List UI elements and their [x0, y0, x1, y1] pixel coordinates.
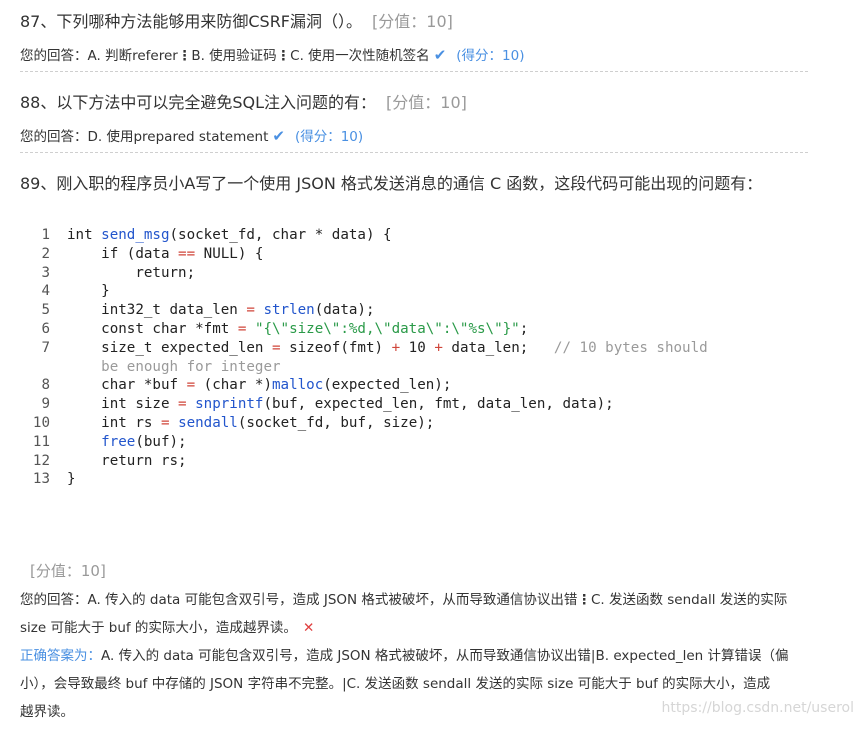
question-title: 87、下列哪种方法能够用来防御CSRF漏洞（）。 [分值：10] [20, 12, 453, 31]
question-89: 89、刚入职的程序员小A写了一个使用 JSON 格式发送消息的通信 C 函数，这… [20, 170, 808, 194]
score-label: [分值：10] [372, 12, 453, 31]
question-title: 88、以下方法中可以完全避免SQL注入问题的有： [分值：10] [20, 93, 467, 112]
your-answer: 您的回答：D. 使用prepared statement ✔ (得分：10) [20, 127, 364, 145]
score-label: [分值：10] [386, 93, 467, 112]
divider [20, 71, 808, 72]
question-88: 88、以下方法中可以完全避免SQL注入问题的有： [分值：10] 您的回答：D. … [20, 89, 808, 145]
score-earned: (得分：10) [456, 48, 525, 64]
checkmark-icon: ✔ [433, 46, 447, 64]
separator-dots: ⋮ [276, 48, 291, 64]
your-answer: 您的回答：A. 判断referer⋮B. 使用验证码⋮C. 使用一次性随机签名 ✔… [20, 46, 525, 64]
question-title: 89、刚入职的程序员小A写了一个使用 JSON 格式发送消息的通信 C 函数，这… [20, 174, 763, 193]
separator-dots: ⋮ [177, 48, 192, 64]
question-87: 87、下列哪种方法能够用来防御CSRF漏洞（）。 [分值：10] 您的回答：A. … [20, 8, 808, 64]
score-earned: (得分：10) [294, 129, 364, 145]
wrong-x-icon: ✕ [302, 620, 315, 636]
separator-dots: ⋮ [577, 592, 591, 608]
checkmark-icon: ✔ [272, 127, 285, 145]
divider [20, 152, 808, 153]
correct-answer: 正确答案为：A. 传入的 data 可能包含双引号，造成 JSON 格式被破坏，… [20, 648, 789, 664]
code-block: 1 int send_msg(socket_fd, char * data) { … [32, 227, 708, 488]
score-label: [分值：10] [30, 562, 106, 580]
watermark: https://blog.csdn.net/userol [661, 700, 854, 716]
